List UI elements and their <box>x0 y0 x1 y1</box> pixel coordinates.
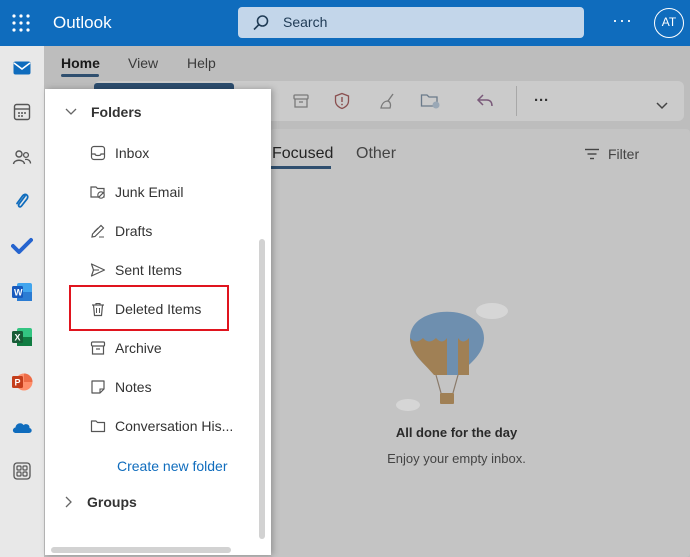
folders-header[interactable]: Folders <box>65 104 142 120</box>
tab-focused[interactable]: Focused <box>272 145 333 163</box>
tab-other[interactable]: Other <box>356 145 396 163</box>
search-icon <box>253 15 269 31</box>
app-launcher-icon[interactable] <box>12 14 30 32</box>
todo-app-icon[interactable] <box>8 232 36 260</box>
filter-label: Filter <box>608 146 640 162</box>
drafts-icon <box>91 224 105 238</box>
horizontal-scrollbar[interactable] <box>51 547 231 553</box>
empty-state-title: All done for the day <box>395 425 518 440</box>
folder-label: Notes <box>115 379 152 395</box>
calendar-app-icon[interactable] <box>8 98 36 126</box>
inbox-icon <box>90 145 106 161</box>
ribbon-separator <box>516 86 517 116</box>
sweep-icon[interactable] <box>379 92 399 110</box>
folder-label: Sent Items <box>115 262 182 278</box>
tab-home[interactable]: Home <box>61 55 100 71</box>
more-options-button[interactable]: ··· <box>612 10 633 31</box>
folder-label: Conversation His... <box>115 418 234 434</box>
search-box[interactable]: Search <box>238 7 584 38</box>
vertical-scrollbar[interactable] <box>259 239 265 539</box>
notes-icon <box>91 380 105 394</box>
folder-item-junk-email[interactable]: Junk Email <box>90 180 183 204</box>
onedrive-app-icon[interactable] <box>8 413 36 441</box>
powerpoint-app-icon[interactable]: P <box>8 368 36 396</box>
svg-text:W: W <box>14 288 23 298</box>
groups-heading: Groups <box>87 494 137 510</box>
chevron-down-icon <box>65 108 77 115</box>
svg-text:P: P <box>15 378 21 388</box>
word-app-icon[interactable]: W <box>8 278 36 306</box>
tab-home-underline <box>61 74 99 77</box>
chevron-right-icon <box>65 496 72 508</box>
tab-focused-underline <box>270 166 331 169</box>
tab-view[interactable]: View <box>128 55 158 71</box>
archive-icon[interactable] <box>292 92 310 110</box>
folders-heading: Folders <box>91 104 142 120</box>
filter-icon <box>585 148 599 160</box>
attachment-app-icon[interactable] <box>8 187 36 215</box>
folder-item-notes[interactable]: Notes <box>90 375 152 399</box>
move-to-folder-icon[interactable] <box>420 92 442 110</box>
app-rail: W X P <box>0 46 44 557</box>
folder-label: Archive <box>115 340 162 356</box>
svg-text:X: X <box>15 333 21 343</box>
folder-item-conversation-history[interactable]: Conversation His... <box>90 414 233 438</box>
folder-label: Inbox <box>115 145 150 161</box>
sent-icon <box>90 263 106 277</box>
empty-state-subtitle: Enjoy your empty inbox. <box>387 451 526 466</box>
highlight-box <box>69 285 229 331</box>
folder-label: Drafts <box>115 223 153 239</box>
report-icon[interactable] <box>333 92 351 110</box>
folder-item-drafts[interactable]: Drafts <box>90 219 152 243</box>
mail-app-icon[interactable] <box>8 54 36 82</box>
filter-button[interactable]: Filter <box>584 146 639 162</box>
search-placeholder: Search <box>283 14 328 30</box>
folder-item-inbox[interactable]: Inbox <box>90 141 149 165</box>
chevron-down-icon[interactable] <box>656 102 668 110</box>
app-title[interactable]: Outlook <box>53 13 112 33</box>
groups-header[interactable]: Groups <box>65 494 137 510</box>
junk-icon <box>90 186 105 199</box>
folder-item-archive[interactable]: Archive <box>90 336 162 360</box>
top-bar: Outlook Search ··· AT <box>0 0 690 46</box>
hot-air-balloon-illustration <box>396 303 508 411</box>
archive-icon <box>90 341 106 355</box>
folder-label: Junk Email <box>115 184 184 200</box>
reply-icon[interactable] <box>476 92 494 110</box>
avatar[interactable]: AT <box>654 8 684 38</box>
folder-icon <box>90 420 106 433</box>
ribbon-more-button[interactable]: ··· <box>534 92 549 109</box>
tab-help[interactable]: Help <box>187 55 216 71</box>
excel-app-icon[interactable]: X <box>8 323 36 351</box>
more-apps-icon[interactable] <box>8 457 36 485</box>
folder-item-sent-items[interactable]: Sent Items <box>90 258 182 282</box>
create-new-folder-link[interactable]: Create new folder <box>117 458 228 474</box>
people-app-icon[interactable] <box>8 143 36 171</box>
